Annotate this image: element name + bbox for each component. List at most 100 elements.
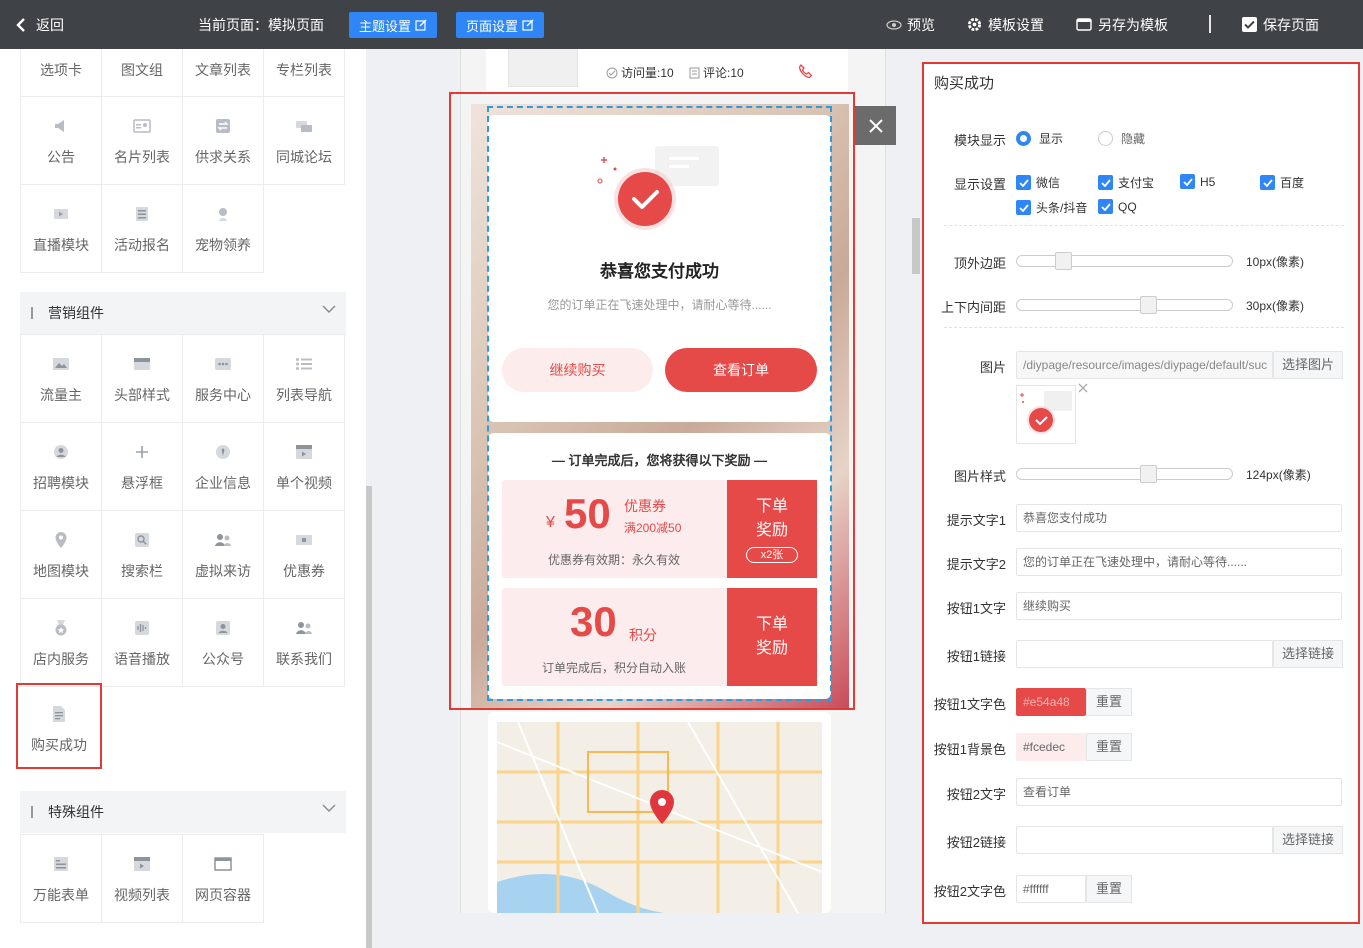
component-map[interactable]: 地图模块 <box>21 511 102 599</box>
slider-handle[interactable] <box>1139 296 1157 314</box>
platform-checkbox-qq[interactable]: QQ <box>1098 199 1137 214</box>
slider-handle[interactable] <box>1054 252 1072 270</box>
save-page-button[interactable]: 保存页面 <box>1242 0 1319 49</box>
back-button[interactable]: 返回 <box>16 0 64 49</box>
save-as-template-button[interactable]: 另存为模板 <box>1076 0 1168 49</box>
comment-count-text: 评论:10 <box>703 66 744 80</box>
btn1-link-input[interactable] <box>1016 640 1273 668</box>
component-list-nav[interactable]: 列表导航 <box>264 335 345 423</box>
btn1-bg-reset-button[interactable]: 重置 <box>1086 733 1132 761</box>
display-show-radio[interactable]: 显示 <box>1016 130 1063 147</box>
comment-count: 评论:10 <box>689 64 744 81</box>
component-single-video[interactable]: 单个视频 <box>264 423 345 511</box>
template-settings-label: 模板设置 <box>988 16 1044 33</box>
component-label: 流量主 <box>40 387 82 403</box>
component-tab[interactable]: 选项卡 <box>21 49 102 97</box>
tip1-input[interactable]: 恭喜您支付成功 <box>1016 504 1342 532</box>
component-card-list[interactable]: 名片列表 <box>102 97 183 185</box>
component-forum[interactable]: 同城论坛 <box>264 97 345 185</box>
preview-scrollbar[interactable] <box>912 218 920 274</box>
padding-slider[interactable] <box>1016 296 1233 314</box>
image-path-input[interactable]: /diypage/resource/images/diypage/default… <box>1016 351 1273 379</box>
component-recruit[interactable]: 招聘模块 <box>21 423 102 511</box>
platform-checkbox-baidu[interactable]: 百度 <box>1260 174 1304 191</box>
padding-value: 30px(像素) <box>1246 299 1305 313</box>
special-section-header[interactable]: 特殊组件 <box>20 791 346 833</box>
component-virtual-visitors[interactable]: 虚拟来访 <box>183 511 264 599</box>
component-coupon[interactable]: 优惠券 <box>264 511 345 599</box>
exchange-icon <box>213 118 233 134</box>
close-module-button[interactable] <box>855 106 896 145</box>
btn1-color-input[interactable]: #e54a48 <box>1016 688 1086 716</box>
btn2-link-input[interactable] <box>1016 826 1273 854</box>
platform-checkbox-alipay[interactable]: 支付宝 <box>1098 174 1154 191</box>
slider-handle[interactable] <box>1139 465 1157 483</box>
component-purchase-success[interactable]: 购买成功 <box>16 683 102 769</box>
component-store-service[interactable]: 店内服务 <box>21 599 102 687</box>
template-settings-button[interactable]: 模板设置 <box>967 0 1044 49</box>
btn2-color-input[interactable]: #ffffff <box>1016 875 1086 903</box>
component-live[interactable]: 直播模块 <box>21 185 102 273</box>
component-official-account[interactable]: 公众号 <box>183 599 264 687</box>
btn2-choose-link-button[interactable]: 选择链接 <box>1273 826 1343 854</box>
page-settings-button[interactable]: 页面设置 <box>456 12 545 38</box>
component-label: 购买成功 <box>31 737 87 753</box>
form-icon <box>51 856 71 872</box>
component-company-info[interactable]: 企业信息 <box>183 423 264 511</box>
platform-checkbox-toutiao[interactable]: 头条/抖音 <box>1016 199 1087 216</box>
btn1-bg-label: 按钮1背景色 <box>933 742 1006 757</box>
browser-window-icon <box>213 856 233 872</box>
window-icon <box>1076 18 1092 31</box>
tie-icon <box>213 444 233 460</box>
component-column-list[interactable]: 专栏列表 <box>264 49 345 97</box>
top-margin-slider[interactable] <box>1016 252 1233 270</box>
platform-checkbox-wechat[interactable]: 微信 <box>1016 174 1060 191</box>
component-float-box[interactable]: 悬浮框 <box>102 423 183 511</box>
platform-label: H5 <box>1200 174 1216 189</box>
component-header-style[interactable]: 头部样式 <box>102 335 183 423</box>
tip2-label: 提示文字2 <box>946 557 1006 572</box>
image-thumbnail[interactable] <box>1016 385 1076 444</box>
component-supply-demand[interactable]: 供求关系 <box>183 97 264 185</box>
component-event-signup[interactable]: 活动报名 <box>102 185 183 273</box>
component-notice[interactable]: 公告 <box>21 97 102 185</box>
palette-scrollbar[interactable] <box>366 486 372 948</box>
check-icon <box>1242 17 1257 32</box>
btn1-choose-link-button[interactable]: 选择链接 <box>1273 640 1343 668</box>
phone-icon[interactable] <box>798 64 814 79</box>
person-circle-icon <box>51 444 71 460</box>
remove-image-icon[interactable] <box>1078 383 1088 393</box>
article-item[interactable]: 访问量:10 评论:10 <box>486 49 848 91</box>
component-pet-adoption[interactable]: 宠物领养 <box>183 185 264 273</box>
btn2-color-reset-button[interactable]: 重置 <box>1086 875 1132 903</box>
component-service-center[interactable]: 服务中心 <box>183 335 264 423</box>
component-traffic-master[interactable]: 流量主 <box>21 335 102 423</box>
display-show-label: 显示 <box>1039 132 1064 146</box>
btn1-color-reset-button[interactable]: 重置 <box>1086 688 1132 716</box>
component-image-text-group[interactable]: 图文组 <box>102 49 183 97</box>
choose-image-button[interactable]: 选择图片 <box>1273 351 1343 379</box>
map-module[interactable] <box>488 712 831 913</box>
platform-checkbox-h5[interactable]: H5 <box>1180 174 1215 189</box>
component-video-list[interactable]: 视频列表 <box>102 835 183 923</box>
image-style-slider[interactable] <box>1016 465 1233 483</box>
btn1-text-input[interactable]: 继续购买 <box>1016 592 1342 620</box>
component-audio-play[interactable]: 语音播放 <box>102 599 183 687</box>
component-label: 万能表单 <box>33 887 89 903</box>
btn1-link-row: 按钮1链接 选择链接 <box>924 640 1358 668</box>
top-bar: 返回 当前页面：模拟页面 主题设置 页面设置 预览 模板设置 另存为模板 保存页… <box>0 0 1363 49</box>
btn1-bg-input[interactable]: #fcedec <box>1016 733 1086 761</box>
preview-button[interactable]: 预览 <box>886 0 935 49</box>
display-hide-radio[interactable]: 隐藏 <box>1098 130 1145 147</box>
component-universal-form[interactable]: 万能表单 <box>21 835 102 923</box>
component-article-list[interactable]: 文章列表 <box>183 49 264 97</box>
module-display-label: 模块显示 <box>953 133 1006 148</box>
btn2-text-input[interactable]: 查看订单 <box>1016 778 1342 806</box>
marketing-section-header[interactable]: 营销组件 <box>20 292 346 334</box>
component-web-container[interactable]: 网页容器 <box>183 835 264 923</box>
component-contact-us[interactable]: 联系我们 <box>264 599 345 687</box>
component-label: 公众号 <box>202 651 244 667</box>
component-search-bar[interactable]: 搜索栏 <box>102 511 183 599</box>
tip2-input[interactable]: 您的订单正在飞速处理中，请耐心等待...... <box>1016 548 1342 576</box>
theme-settings-button[interactable]: 主题设置 <box>349 12 438 38</box>
